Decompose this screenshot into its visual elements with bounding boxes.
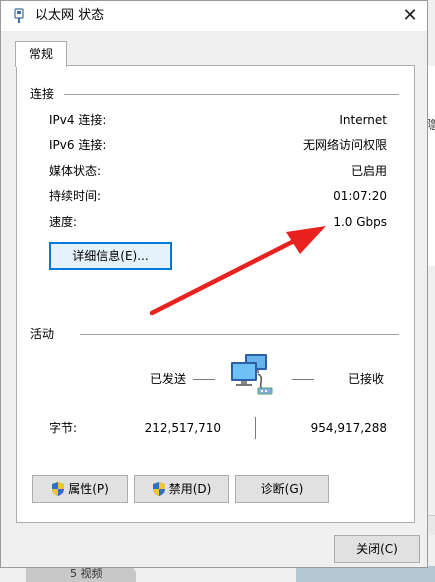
ipv4-label: IPv4 连接: (49, 113, 107, 127)
bytes-label: 字节: (49, 421, 78, 435)
sent-label: 已发送 (150, 372, 187, 386)
disable-button-label: 禁用(D) (168, 482, 212, 496)
duration-value: 01:07:20 (333, 189, 387, 203)
uac-shield-icon (152, 480, 166, 496)
received-connector-line (292, 379, 314, 380)
bytes-sent-value: 212,517,710 (144, 421, 221, 435)
connection-group-title: 连接 (30, 87, 55, 101)
media-state-value: 已启用 (350, 164, 387, 178)
received-label: 已接收 (348, 372, 385, 386)
bytes-divider (255, 417, 256, 439)
uac-shield-icon (51, 480, 65, 496)
bytes-received-value: 954,917,288 (310, 421, 387, 435)
media-state-label: 媒体状态: (49, 164, 102, 178)
ethernet-adapter-icon (12, 8, 26, 24)
general-tab-panel (16, 65, 415, 523)
ipv4-value: Internet (339, 113, 387, 127)
ipv6-value: 无网络访问权限 (302, 138, 387, 152)
network-activity-icon (228, 352, 278, 402)
speed-label: 速度: (49, 215, 78, 229)
background-app-fragment: 5 视频 (26, 566, 136, 582)
properties-button-label: 属性(P) (68, 482, 109, 496)
activity-group-title: 活动 (30, 327, 55, 341)
tab-general[interactable]: 常规 (15, 41, 67, 67)
details-button[interactable]: 详细信息(E)... (49, 242, 172, 270)
sent-connector-line (193, 379, 215, 380)
background-app-fragment (296, 566, 435, 582)
properties-button[interactable]: 属性(P) (32, 475, 128, 503)
close-button[interactable]: 关闭(C) (334, 535, 420, 563)
disable-button[interactable]: 禁用(D) (134, 475, 229, 503)
background-fragment-text: 5 视频 (70, 567, 103, 580)
activity-group-rule (80, 334, 399, 335)
speed-value: 1.0 Gbps (333, 215, 387, 229)
diagnose-button[interactable]: 诊断(G) (235, 475, 329, 503)
ipv6-label: IPv6 连接: (49, 138, 107, 152)
duration-label: 持续时间: (49, 189, 102, 203)
close-icon[interactable]: ✕ (395, 1, 425, 31)
window-title: 以太网 状态 (35, 8, 105, 23)
connection-group-rule (64, 94, 399, 95)
title-bar[interactable]: 以太网 状态 ✕ (1, 1, 427, 31)
